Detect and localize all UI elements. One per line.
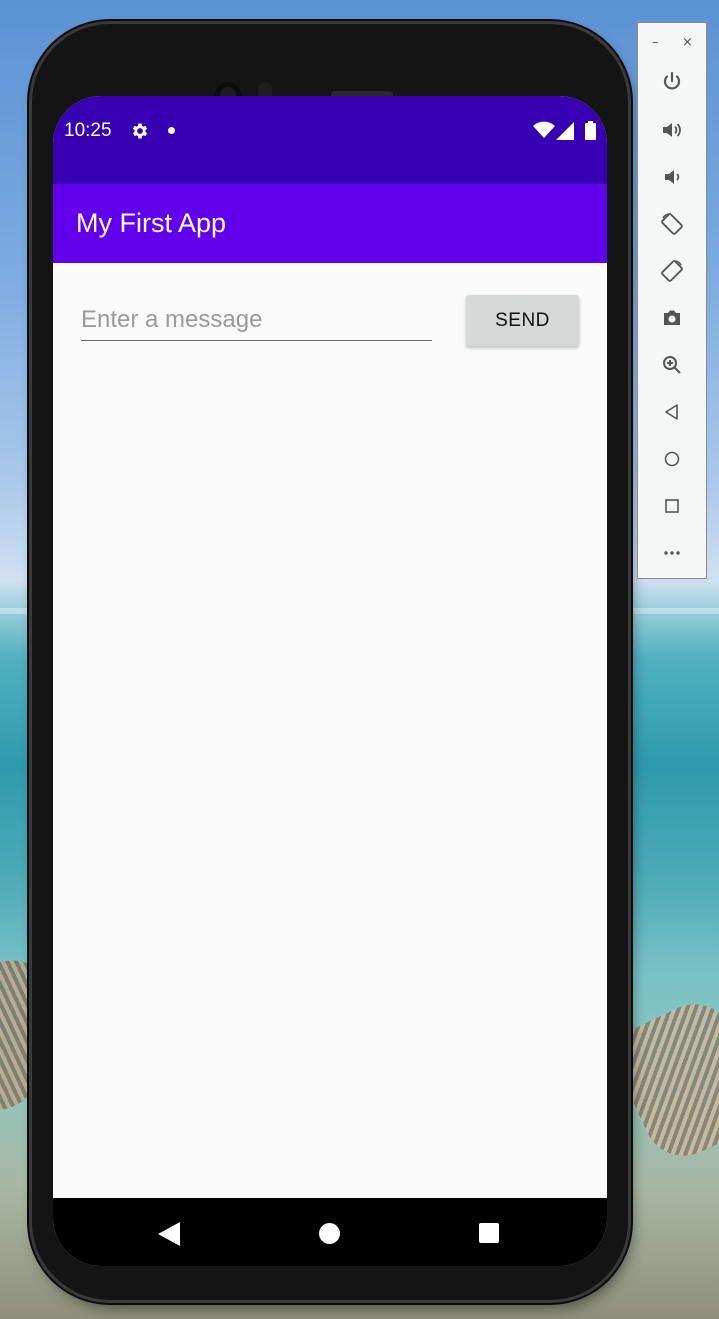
status-bar: 10:25 — [53, 96, 607, 184]
overview-icon[interactable] — [660, 494, 684, 518]
notification-dot-icon — [168, 127, 175, 134]
camera-screenshot-icon[interactable] — [660, 306, 684, 330]
nav-back-icon[interactable] — [158, 1222, 180, 1246]
wifi-icon — [533, 121, 555, 139]
home-icon[interactable] — [660, 447, 684, 471]
nav-recents-icon[interactable] — [479, 1223, 499, 1243]
close-icon[interactable]: × — [682, 35, 693, 50]
send-button[interactable]: SEND — [466, 295, 579, 346]
power-icon[interactable] — [660, 70, 684, 94]
app-title: My First App — [76, 208, 227, 238]
minimize-icon[interactable]: – — [652, 35, 659, 50]
cell-signal-icon — [556, 122, 574, 140]
back-icon[interactable] — [660, 400, 684, 424]
emulator-toolbar: – × — [637, 22, 707, 579]
battery-icon — [585, 121, 596, 140]
more-icon[interactable] — [660, 541, 684, 565]
status-time: 10:25 — [64, 120, 112, 141]
phone-screen: 10:25 My First App SEND — [53, 96, 607, 1266]
rotate-right-icon[interactable] — [660, 259, 684, 283]
rotate-left-icon[interactable] — [660, 212, 684, 236]
navigation-bar — [53, 1198, 607, 1266]
gear-icon — [130, 121, 150, 141]
nav-home-icon[interactable] — [319, 1223, 340, 1244]
app-bar: My First App — [53, 184, 607, 263]
zoom-icon[interactable] — [660, 353, 684, 377]
main-content: SEND — [53, 263, 607, 1198]
volume-up-icon[interactable] — [660, 118, 684, 142]
volume-down-icon[interactable] — [660, 165, 684, 189]
message-input[interactable] — [81, 300, 432, 341]
